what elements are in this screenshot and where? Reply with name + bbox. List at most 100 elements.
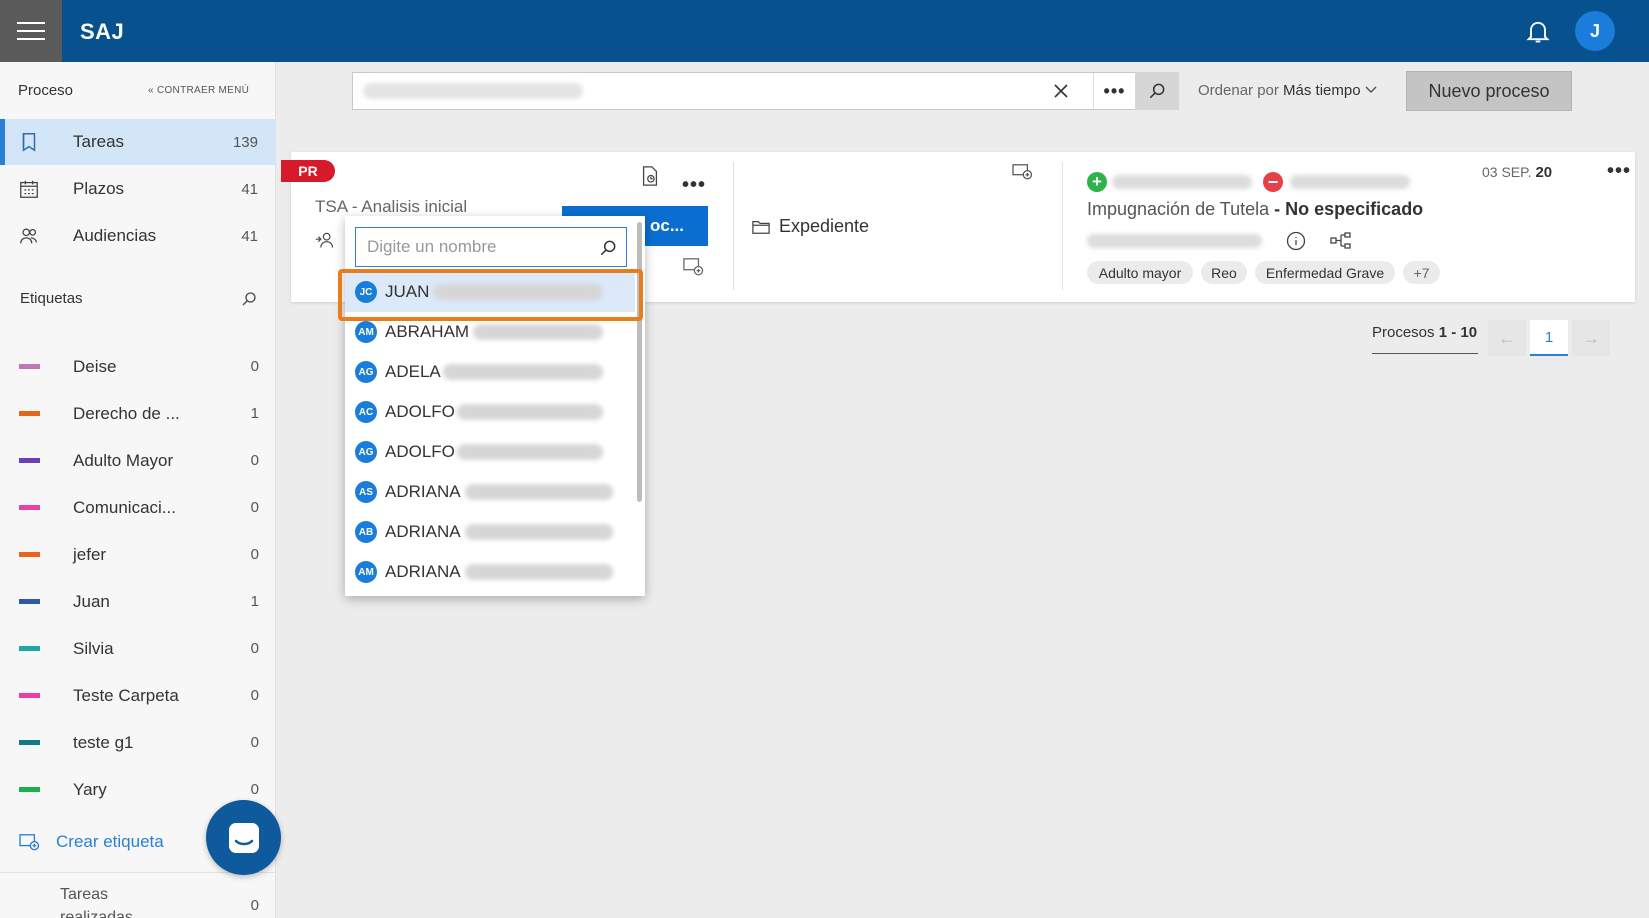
surname-redacted [465, 484, 613, 500]
more-tags-chip[interactable]: +7 [1403, 261, 1440, 284]
search-icon[interactable] [240, 290, 258, 308]
more-options-button[interactable]: ••• [1093, 73, 1135, 109]
assign-user-icon[interactable] [315, 230, 335, 250]
card-more-button[interactable]: ••• [1607, 160, 1631, 183]
notification-bell-icon[interactable] [1524, 17, 1552, 45]
sort-dropdown[interactable]: Ordenar por Más tiempo [1198, 82, 1377, 99]
surname-redacted [443, 364, 603, 380]
label-color-swatch [19, 599, 40, 604]
create-label-button[interactable]: Crear etiqueta [18, 832, 164, 852]
name-search-input[interactable] [356, 228, 586, 266]
date-prefix: 03 SEP. [1482, 164, 1532, 180]
label-item[interactable]: Derecho de ... 1 [0, 390, 276, 437]
sidebar-item-count: 0 [250, 897, 259, 914]
search-bar[interactable]: ••• [352, 72, 1179, 110]
label-item[interactable]: Comunicaci... 0 [0, 484, 276, 531]
collapse-menu-label: CONTRAER MENÚ [156, 85, 250, 96]
label-color-swatch [19, 411, 40, 416]
user-initials-badge: AM [355, 561, 377, 583]
label-name: Adulto Mayor [73, 450, 174, 470]
calendar-icon [20, 180, 38, 198]
surname-redacted [465, 524, 613, 540]
hamburger-menu-icon[interactable] [0, 0, 62, 62]
label-item[interactable]: Silvia 0 [0, 625, 276, 672]
sidebar-item-tareas-realizadas[interactable]: Tareas realizadas 0 [0, 872, 276, 918]
case-number-redacted [1087, 234, 1262, 248]
party-name-redacted [1112, 175, 1252, 189]
sidebar-item-audiencias[interactable]: Audiencias 41 [0, 213, 276, 259]
status-badge: PR [281, 160, 335, 182]
label-name: teste g1 [73, 732, 134, 752]
user-option[interactable]: AG ADOLFO [345, 432, 635, 472]
user-option[interactable]: AS ADRIANA [345, 472, 635, 512]
label-item[interactable]: teste g1 0 [0, 719, 276, 766]
label-item[interactable]: Teste Carpeta 0 [0, 672, 276, 719]
previous-page-button[interactable]: ← [1488, 320, 1526, 356]
user-option-name: ABRAHAM [385, 322, 470, 341]
sidebar-item-tareas[interactable]: Tareas 139 [0, 119, 276, 165]
expediente-link[interactable]: Expediente [752, 216, 869, 237]
name-search-field[interactable] [355, 227, 627, 267]
document-icon[interactable] [640, 165, 660, 187]
user-initials-badge: AG [355, 441, 377, 463]
add-label-icon [19, 834, 40, 851]
label-count: 0 [250, 734, 259, 751]
case-tag-chip: Enfermedad Grave [1255, 261, 1395, 284]
label-name: Juan [73, 591, 110, 611]
label-color-swatch [19, 646, 40, 651]
current-page-button[interactable]: 1 [1530, 320, 1568, 356]
add-monitor-icon[interactable] [1011, 163, 1033, 181]
label-name: Deise [73, 356, 117, 376]
sidebar-item-count: 41 [241, 180, 258, 198]
user-initials-badge: AM [355, 321, 377, 343]
pagination-underline [1372, 353, 1478, 354]
search-icon[interactable] [598, 238, 618, 258]
case-title: Impugnación de Tutela - No especificado [1087, 199, 1423, 220]
next-page-button[interactable]: → [1572, 320, 1610, 356]
card-date: 03 SEP. 20 [1482, 164, 1552, 181]
add-comment-icon[interactable] [682, 257, 704, 277]
collapse-menu-button[interactable]: « CONTRAER MENÚ [148, 85, 249, 96]
case-tag-chip: Adulto mayor [1087, 261, 1193, 284]
dropdown-scrollbar[interactable] [637, 222, 642, 502]
label-color-swatch [19, 364, 40, 369]
label-color-swatch [19, 458, 40, 463]
chat-support-button[interactable] [206, 800, 281, 875]
label-item[interactable]: Juan 1 [0, 578, 276, 625]
card-more-button[interactable]: ••• [682, 174, 706, 197]
user-option-name: ADOLFO [385, 402, 455, 421]
label-color-swatch [19, 740, 40, 745]
info-icon[interactable] [1286, 231, 1306, 251]
sidebar-item-plazos[interactable]: Plazos 41 [0, 166, 276, 212]
user-option[interactable]: AM ADRIANA [345, 552, 635, 592]
user-option[interactable]: AC ADOLFO [345, 392, 635, 432]
chat-icon [228, 822, 259, 853]
label-name: Comunicaci... [73, 497, 176, 517]
date-year: 20 [1535, 164, 1553, 181]
label-item[interactable]: Deise 0 [0, 343, 276, 390]
label-item[interactable]: jefer 0 [0, 531, 276, 578]
sidebar-item-label: Audiencias [73, 226, 157, 245]
search-button[interactable] [1135, 72, 1179, 110]
sidebar-item-label: Tareas realizadas [60, 886, 133, 918]
close-icon[interactable] [1051, 81, 1071, 101]
user-option[interactable]: AB ADRIANA [345, 512, 635, 552]
label-color-swatch [19, 693, 40, 698]
hierarchy-icon[interactable] [1330, 232, 1352, 250]
label-item[interactable]: Adulto Mayor 0 [0, 437, 276, 484]
label-count: 1 [250, 405, 259, 422]
search-query-redacted [363, 83, 583, 99]
new-process-button[interactable]: Nuevo proceso [1406, 71, 1572, 111]
user-option-name: ADOLFO [385, 442, 455, 461]
label-color-swatch [19, 552, 40, 557]
user-avatar[interactable]: J [1575, 11, 1615, 51]
label-color-swatch [19, 787, 40, 792]
label-name: Derecho de ... [73, 403, 180, 423]
label-count: 0 [250, 781, 259, 798]
task-title[interactable]: TSA - Analisis inicial [315, 197, 467, 217]
search-icon [1149, 83, 1165, 99]
user-option[interactable]: AG ADELA [345, 352, 635, 392]
user-initials-badge: AS [355, 481, 377, 503]
minus-circle-icon: − [1263, 172, 1283, 192]
label-count: 0 [250, 358, 259, 375]
